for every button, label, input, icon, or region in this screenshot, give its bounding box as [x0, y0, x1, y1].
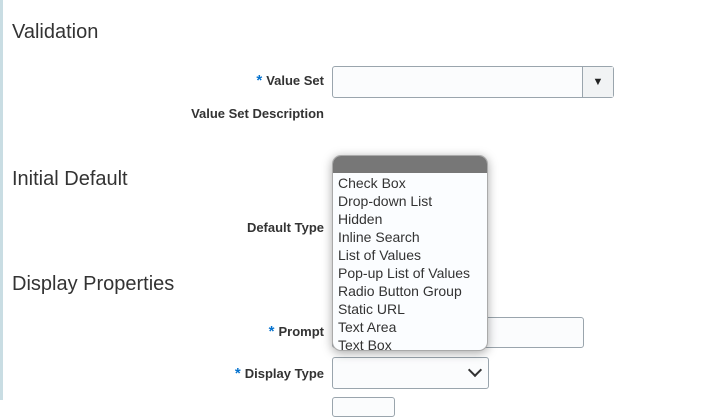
triangle-down-icon: ▼ — [592, 76, 604, 88]
option-text-area[interactable]: Text Area — [333, 318, 487, 336]
option-list-of-values[interactable]: List of Values — [333, 246, 487, 264]
section-initial-default: Initial Default — [12, 168, 128, 190]
required-marker: * — [234, 365, 241, 382]
display-type-select[interactable] — [332, 357, 489, 389]
option-hidden[interactable]: Hidden — [333, 210, 487, 228]
option-text-box[interactable]: Text Box — [333, 336, 487, 350]
option-inline-search[interactable]: Inline Search — [333, 228, 487, 246]
required-marker: * — [256, 72, 263, 89]
display-type-label: * Display Type — [235, 365, 324, 382]
value-set-input[interactable]: ▼ — [332, 66, 614, 98]
option-check-box[interactable]: Check Box — [333, 174, 487, 192]
dropdown-header — [333, 156, 487, 173]
chevron-down-icon — [467, 362, 483, 378]
value-set-dropdown-button[interactable]: ▼ — [582, 67, 613, 97]
option-radio-button-group[interactable]: Radio Button Group — [333, 282, 487, 300]
default-type-label: Default Type — [246, 220, 324, 235]
prompt-label-text: Prompt — [278, 324, 325, 339]
section-validation: Validation — [12, 21, 99, 43]
value-set-description-label: Value Set Description — [191, 106, 324, 121]
required-marker: * — [268, 323, 275, 340]
section-display-properties: Display Properties — [12, 273, 175, 295]
option-pop-up-list-of-values[interactable]: Pop-up List of Values — [333, 264, 487, 282]
value-set-label-text: Value Set — [266, 73, 324, 88]
dropdown-options: Check Box Drop-down List Hidden Inline S… — [333, 173, 487, 350]
left-border — [0, 0, 3, 400]
value-set-label: * Value Set — [256, 72, 324, 89]
display-type-label-text: Display Type — [244, 366, 324, 381]
display-type-dropdown-list[interactable]: Check Box Drop-down List Hidden Inline S… — [332, 155, 488, 351]
prompt-label: * Prompt — [269, 323, 324, 340]
option-drop-down-list[interactable]: Drop-down List — [333, 192, 487, 210]
next-field-input[interactable] — [332, 397, 395, 417]
option-static-url[interactable]: Static URL — [333, 300, 487, 318]
